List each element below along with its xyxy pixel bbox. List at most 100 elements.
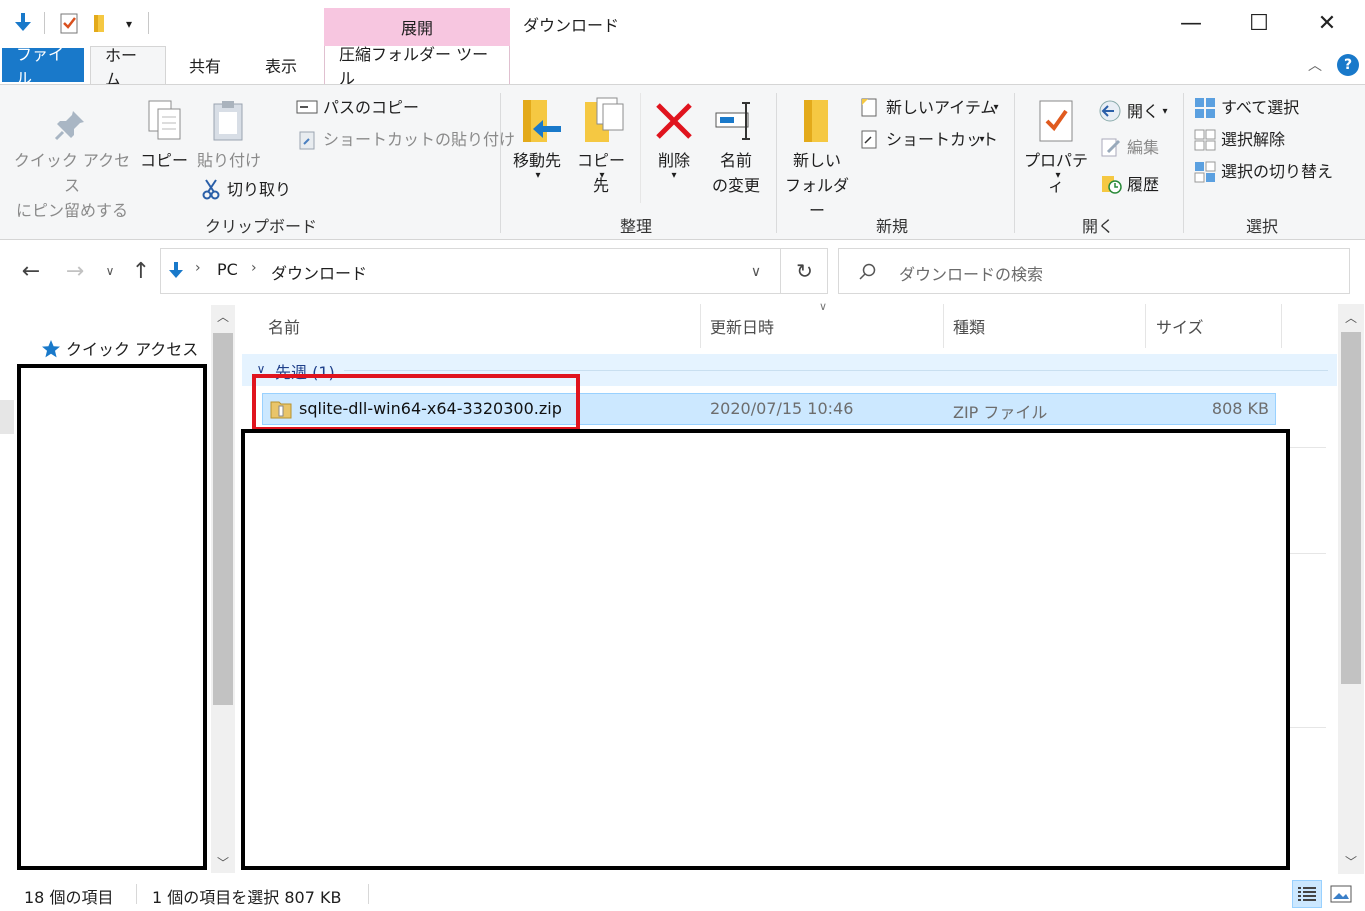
redacted-region bbox=[17, 364, 207, 870]
edit-button[interactable]: 編集 bbox=[1127, 135, 1159, 160]
select-all-button[interactable]: すべて選択 bbox=[1221, 95, 1299, 120]
collapse-ribbon-icon[interactable]: ︿ bbox=[1304, 54, 1326, 76]
history-button[interactable]: 履歴 bbox=[1127, 172, 1159, 197]
group-header-rule bbox=[344, 370, 1328, 371]
address-dropdown-icon[interactable]: ∨ bbox=[743, 261, 769, 283]
item-count: 18 個の項目 bbox=[24, 888, 114, 907]
easy-access-icon bbox=[858, 127, 880, 151]
minimize-button[interactable]: — bbox=[1157, 0, 1225, 46]
new-group-label: 新規 bbox=[876, 217, 909, 236]
redacted-region bbox=[241, 429, 1290, 870]
organize-group-label: 整理 bbox=[620, 217, 653, 236]
recent-locations-chevron-icon[interactable]: ∨ bbox=[100, 259, 120, 283]
delete-dropdown-icon[interactable]: ▾ bbox=[666, 169, 682, 181]
breadcrumb-chevron-icon[interactable]: › bbox=[251, 260, 257, 276]
tab-share[interactable]: 共有 bbox=[175, 46, 235, 84]
copy-button[interactable]: コピー bbox=[138, 148, 190, 173]
easy-access-dropdown-icon[interactable]: ▾ bbox=[976, 132, 988, 146]
properties-quick-icon[interactable] bbox=[58, 12, 80, 34]
maximize-button[interactable]: ☐ bbox=[1225, 0, 1293, 46]
column-separator[interactable] bbox=[943, 304, 944, 348]
scroll-up-icon[interactable]: ︿ bbox=[211, 305, 235, 327]
scrollbar-thumb[interactable] bbox=[213, 333, 233, 705]
open-dropdown-icon[interactable]: ▾ bbox=[1159, 104, 1171, 118]
tab-extract[interactable]: 圧縮フォルダー ツール bbox=[324, 45, 510, 88]
paste-shortcut-icon bbox=[296, 129, 318, 151]
close-button[interactable]: ✕ bbox=[1293, 0, 1361, 46]
scissors-icon bbox=[200, 177, 222, 201]
nav-quick-access[interactable]: クイック アクセス bbox=[66, 336, 198, 360]
invert-selection-button[interactable]: 選択の切り替え bbox=[1221, 159, 1333, 184]
open-icon bbox=[1097, 99, 1123, 123]
title-bar: ▾ 展開 ダウンロード — ☐ ✕ bbox=[0, 0, 1365, 46]
scrollbar-thumb[interactable] bbox=[1341, 332, 1361, 684]
breadcrumb-pc[interactable]: PC bbox=[217, 260, 238, 279]
rename-icon bbox=[712, 97, 760, 145]
refresh-icon[interactable]: ↻ bbox=[780, 248, 828, 294]
new-item-dropdown-icon[interactable]: ▾ bbox=[990, 100, 1002, 114]
scroll-up-icon[interactable]: ︿ bbox=[1338, 306, 1364, 328]
window-title: ダウンロード bbox=[523, 16, 620, 35]
column-header-date[interactable]: 更新日時 bbox=[710, 314, 774, 338]
content-scrollbar[interactable]: ︿ ﹀ bbox=[1338, 304, 1364, 874]
file-size: 808 KB bbox=[1211, 399, 1269, 418]
breadcrumb-chevron-icon[interactable]: › bbox=[195, 260, 201, 276]
address-bar[interactable]: › PC › ダウンロード ∨ bbox=[160, 248, 828, 294]
details-view-icon[interactable] bbox=[1292, 880, 1322, 908]
customize-quick-access-icon[interactable]: ▾ bbox=[120, 14, 138, 34]
new-folder-quick-icon[interactable] bbox=[90, 12, 112, 34]
paste-icon bbox=[206, 97, 250, 145]
paste-button[interactable]: 貼り付け bbox=[196, 148, 262, 173]
nav-scrollbar[interactable]: ︿ ﹀ bbox=[211, 305, 235, 873]
delete-icon bbox=[650, 97, 698, 145]
rename-button[interactable]: 名前 の変更 bbox=[704, 148, 768, 198]
pin-to-quick-access-button[interactable]: クイック アクセス にピン留めする bbox=[10, 148, 134, 223]
group-separator bbox=[500, 93, 501, 233]
scroll-down-icon[interactable]: ﹀ bbox=[211, 851, 235, 873]
search-icon bbox=[857, 261, 879, 283]
copy-icon bbox=[142, 97, 186, 145]
copy-path-button[interactable]: パスのコピー bbox=[323, 95, 419, 120]
select-none-button[interactable]: 選択解除 bbox=[1221, 127, 1285, 152]
selection-info: 1 個の項目を選択 807 KB bbox=[152, 888, 342, 907]
download-folder-icon[interactable] bbox=[12, 12, 34, 34]
properties-dropdown-icon[interactable]: ▾ bbox=[1050, 169, 1066, 181]
copy-to-dropdown-icon[interactable]: ▾ bbox=[594, 169, 610, 181]
search-input[interactable]: ダウンロードの検索 bbox=[899, 261, 1043, 285]
column-separator[interactable] bbox=[1145, 304, 1146, 348]
tab-file[interactable]: ファイル bbox=[2, 45, 84, 88]
up-arrow-icon[interactable]: ↑ bbox=[128, 257, 154, 285]
group-separator bbox=[1014, 93, 1015, 233]
column-separator[interactable] bbox=[700, 304, 701, 348]
new-folder-icon bbox=[794, 95, 838, 147]
move-to-dropdown-icon[interactable]: ▾ bbox=[530, 169, 546, 181]
search-box[interactable]: ダウンロードの検索 bbox=[838, 248, 1350, 294]
separator bbox=[368, 884, 369, 904]
open-button[interactable]: 開く bbox=[1127, 99, 1159, 124]
forward-arrow-icon[interactable]: → bbox=[60, 257, 90, 285]
clipboard-group-label: クリップボード bbox=[205, 217, 318, 236]
column-header-type[interactable]: 種類 bbox=[953, 314, 985, 338]
breadcrumb-downloads[interactable]: ダウンロード bbox=[271, 260, 367, 284]
move-to-icon bbox=[516, 95, 564, 147]
tab-view[interactable]: 表示 bbox=[251, 46, 311, 84]
new-folder-button[interactable]: 新しい フォルダー bbox=[780, 148, 854, 223]
tab-home[interactable]: ホーム bbox=[90, 46, 166, 89]
new-item-button[interactable]: 新しいアイテム bbox=[886, 95, 996, 120]
scroll-down-icon[interactable]: ﹀ bbox=[1338, 850, 1364, 872]
large-icons-view-icon[interactable] bbox=[1326, 880, 1356, 908]
gridline bbox=[1290, 727, 1326, 728]
ribbon-tabs: ファイル ホーム 共有 表示 圧縮フォルダー ツール ︿ ? bbox=[0, 45, 1365, 89]
column-separator[interactable] bbox=[1281, 304, 1282, 348]
downloads-icon bbox=[165, 260, 187, 282]
star-icon bbox=[40, 338, 62, 360]
separator bbox=[148, 12, 149, 34]
paste-shortcut-button[interactable]: ショートカットの貼り付け bbox=[323, 127, 515, 152]
edit-icon bbox=[1099, 135, 1123, 159]
column-header-size[interactable]: サイズ bbox=[1156, 314, 1204, 338]
help-icon[interactable]: ? bbox=[1337, 54, 1359, 76]
cut-button[interactable]: 切り取り bbox=[227, 177, 291, 202]
column-header-name[interactable]: 名前 bbox=[268, 314, 300, 338]
copy-path-icon bbox=[296, 97, 318, 117]
back-arrow-icon[interactable]: ← bbox=[16, 257, 46, 285]
